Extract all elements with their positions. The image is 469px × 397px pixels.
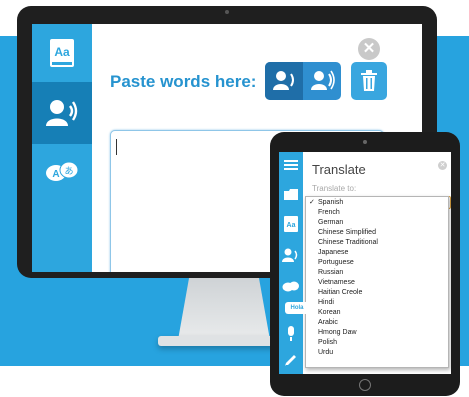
tablet-close-button[interactable]: ✕ (438, 161, 447, 170)
speak-icon (282, 248, 298, 262)
language-option[interactable]: Vietnamese (306, 278, 448, 288)
tablet-sidebar-item-speak[interactable] (279, 244, 303, 266)
language-option[interactable]: German (306, 218, 448, 228)
tablet-dictionary-label: Aa (287, 222, 296, 229)
desktop-sidebar: Aa A あ (32, 24, 92, 272)
monitor-stand (178, 278, 270, 340)
language-option[interactable]: Hindi (306, 298, 448, 308)
translate-icon (282, 281, 299, 291)
speak-selected-button[interactable] (265, 62, 303, 100)
translate-panel-title: Translate (312, 162, 366, 177)
close-icon: ✕ (362, 40, 376, 57)
language-option[interactable]: Urdu (306, 348, 448, 358)
microphone-icon (288, 326, 294, 341)
speak-icon (46, 100, 78, 126)
speak-mode-toggle (265, 62, 341, 100)
dictionary-icon: Aa (50, 39, 74, 67)
language-option[interactable]: Korean (306, 308, 448, 318)
paste-words-label: Paste words here: (110, 72, 257, 91)
language-option[interactable]: Portuguese (306, 258, 448, 268)
pen-icon (285, 355, 296, 366)
hola-badge: Hola (285, 302, 309, 314)
sidebar-item-dictionary[interactable]: Aa (32, 24, 92, 82)
language-dropdown-list: ✓ Spanish French German Chinese Simplifie… (305, 196, 449, 368)
language-option[interactable]: Russian (306, 268, 448, 278)
tablet-device: Aa Translate ✕ Translate to: ✓ Spanish F… (270, 132, 460, 396)
monitor-camera (225, 10, 229, 14)
tablet-sidebar-item-dictionary[interactable]: Aa (279, 214, 303, 234)
translate-icon-latin: A (52, 169, 59, 180)
tablet-screen: Aa Translate ✕ Translate to: ✓ Spanish F… (279, 152, 451, 374)
translate-to-label: Translate to: (312, 184, 357, 193)
tablet-sidebar-item-folder[interactable] (279, 184, 303, 204)
language-option[interactable]: Chinese Simplified (306, 228, 448, 238)
tablet-sidebar-item-microphone[interactable] (279, 324, 303, 344)
folder-icon (284, 188, 298, 200)
language-option[interactable]: French (306, 208, 448, 218)
tablet-camera (363, 140, 367, 144)
tablet-sidebar-item-pen[interactable] (279, 350, 303, 370)
dictionary-icon: Aa (284, 216, 298, 232)
tablet-sidebar: Aa (279, 152, 303, 374)
speak-all-icon (311, 70, 335, 90)
tablet-home-button[interactable] (359, 379, 371, 391)
clear-text-button[interactable] (351, 62, 387, 100)
close-button[interactable]: ✕ (358, 38, 380, 60)
language-option[interactable]: Chinese Traditional (306, 238, 448, 248)
speak-all-button[interactable] (303, 62, 341, 100)
trash-icon (361, 70, 377, 91)
language-option[interactable]: Polish (306, 338, 448, 348)
translate-icon-kana: あ (64, 166, 73, 177)
close-icon: ✕ (439, 162, 446, 169)
list-icon (284, 160, 298, 170)
language-option[interactable]: Haitian Creole (306, 288, 448, 298)
translate-icon: A あ (46, 161, 79, 181)
sidebar-item-speak[interactable] (32, 82, 92, 144)
speak-selected-icon (273, 71, 294, 90)
tablet-sidebar-item-list[interactable] (279, 156, 303, 174)
language-option[interactable]: ✓ Spanish (306, 198, 448, 208)
language-option[interactable]: Hmong Daw (306, 328, 448, 338)
checkmark-icon: ✓ (309, 199, 315, 206)
text-caret (116, 139, 117, 155)
tablet-sidebar-item-translate[interactable] (279, 276, 303, 296)
language-option[interactable]: Arabic (306, 318, 448, 328)
dictionary-icon-label: Aa (54, 45, 70, 59)
sidebar-item-translate[interactable]: A あ (32, 144, 92, 200)
language-option[interactable]: Japanese (306, 248, 448, 258)
